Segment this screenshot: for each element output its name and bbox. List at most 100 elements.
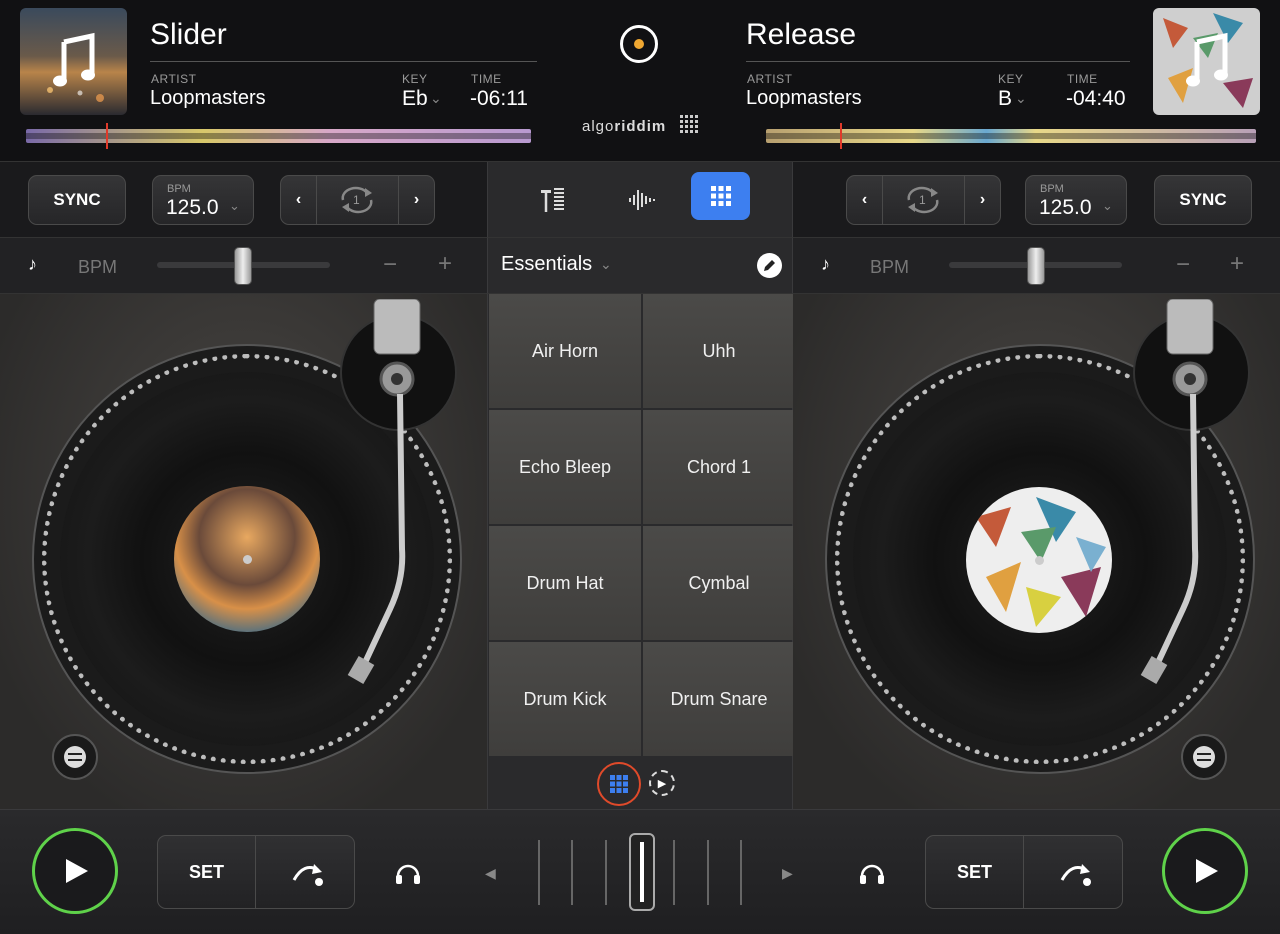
bpm-display-right[interactable]: BPM 125.0 ⌄ — [1025, 175, 1127, 225]
loop-count: 1 — [353, 193, 360, 207]
artist-right: Loopmasters — [746, 87, 862, 109]
sample-pad[interactable]: Drum Kick — [489, 642, 641, 756]
loop-icon[interactable]: 1 — [337, 186, 377, 214]
set-cue-button[interactable]: SET — [926, 836, 1024, 908]
sample-pad[interactable]: Echo Bleep — [489, 410, 641, 524]
track-title-left: Slider — [150, 18, 227, 51]
tonearm[interactable] — [1123, 299, 1263, 689]
chevron-down-icon: ⌄ — [430, 90, 442, 106]
sampler-grid: Air Horn Uhh Echo Bleep Chord 1 Drum Hat… — [487, 294, 795, 809]
pitch-row-right: ♪ BPM − + — [793, 238, 1280, 294]
loop-count: 1 — [919, 193, 926, 207]
pitch-slider-handle[interactable] — [1027, 247, 1045, 285]
waveform-tab-icon[interactable] — [624, 182, 660, 218]
set-cue-button[interactable]: SET — [158, 836, 256, 908]
sample-pad[interactable]: Air Horn — [489, 294, 641, 408]
sample-pad[interactable]: Drum Hat — [489, 526, 641, 640]
deck-controls-left: SYNC BPM 125.0 ⌄ ‹ 1 › — [0, 162, 487, 238]
sampler-tab-button[interactable] — [691, 172, 750, 220]
sample-pad[interactable]: Cymbal — [643, 526, 795, 640]
record-dot — [634, 39, 644, 49]
key-value-right[interactable]: B — [998, 87, 1012, 111]
loop-control-left: ‹ 1 › — [280, 175, 435, 225]
sequencer-play-icon[interactable]: ▶ — [649, 770, 675, 796]
crossfader[interactable] — [520, 830, 760, 920]
bpm-value-right: 125.0 — [1039, 196, 1092, 219]
jump-cue-icon[interactable] — [1056, 856, 1096, 893]
loop-prev-button[interactable]: ‹ — [281, 176, 317, 224]
crossfader-left-arrow[interactable]: ◀ — [485, 865, 496, 882]
loop-prev-button[interactable]: ‹ — [847, 176, 883, 224]
pitch-minus-button[interactable]: − — [1176, 251, 1190, 279]
loop-control-right: ‹ 1 › — [846, 175, 1001, 225]
album-art-right[interactable] — [1153, 8, 1260, 115]
top-bar: Slider ARTIST Loopmasters KEY Eb ⌄ TIME … — [0, 0, 1280, 162]
center-tabs — [487, 162, 793, 238]
crossfader-right-arrow[interactable]: ▶ — [782, 865, 793, 882]
chevron-down-icon: ⌄ — [229, 198, 240, 213]
sample-pad[interactable]: Drum Snare — [643, 642, 795, 756]
mixer-tab-icon[interactable] — [534, 182, 570, 218]
play-icon — [66, 859, 88, 883]
music-note-icon[interactable]: ♪ — [821, 254, 830, 275]
record-button[interactable] — [620, 25, 658, 63]
pitch-plus-button[interactable]: + — [438, 250, 452, 278]
key-label-right: KEY — [998, 72, 1024, 86]
settings-sliders-icon[interactable] — [52, 734, 98, 780]
edit-pencil-icon[interactable] — [757, 253, 782, 278]
artist-left: Loopmasters — [150, 87, 266, 109]
brand-prefix: algo — [582, 118, 615, 135]
sync-button-right[interactable]: SYNC — [1154, 175, 1252, 225]
play-button-right[interactable] — [1162, 828, 1248, 914]
pitch-label-right: BPM — [870, 257, 910, 277]
settings-sliders-icon[interactable] — [1181, 734, 1227, 780]
waveform-right[interactable] — [766, 123, 1256, 149]
play-button-left[interactable] — [32, 828, 118, 914]
key-label-left: KEY — [402, 72, 428, 86]
time-right: -04:40 — [1066, 87, 1126, 110]
sampler-bank-dropdown[interactable]: Essentials — [501, 253, 592, 276]
jump-cue-icon[interactable] — [288, 856, 328, 893]
music-note-icon[interactable]: ♪ — [28, 254, 37, 275]
loop-next-button[interactable]: › — [964, 176, 1000, 224]
pitch-slider-handle[interactable] — [234, 247, 252, 285]
album-art-left[interactable] — [20, 8, 127, 115]
brand-suffix: riddim — [614, 118, 667, 135]
pitch-plus-button[interactable]: + — [1230, 250, 1244, 278]
pad-grid-icon[interactable] — [597, 762, 641, 806]
playhead — [106, 123, 108, 149]
divider — [150, 61, 537, 62]
turntable-left — [0, 294, 487, 809]
turntable-right — [793, 294, 1280, 809]
sampler-header: Essentials ⌄ — [487, 238, 793, 294]
music-note-icon — [47, 32, 104, 102]
time-label-left: TIME — [471, 72, 502, 86]
bpm-label-left: BPM — [167, 183, 191, 195]
spindle — [243, 555, 252, 564]
sync-button-left[interactable]: SYNC — [28, 175, 126, 225]
cue-controls-left: SET — [157, 835, 355, 909]
bpm-display-left[interactable]: BPM 125.0 ⌄ — [152, 175, 254, 225]
cue-controls-right: SET — [925, 835, 1123, 909]
headphones-icon[interactable] — [858, 860, 886, 891]
key-value-left[interactable]: Eb — [402, 87, 428, 111]
waveform-left[interactable] — [26, 123, 531, 149]
sample-pad[interactable]: Uhh — [643, 294, 795, 408]
sample-pad[interactable]: Chord 1 — [643, 410, 795, 524]
loop-icon[interactable]: 1 — [903, 186, 943, 214]
chevron-down-icon: ⌄ — [1015, 90, 1027, 106]
pitch-row-left: ♪ BPM − + — [0, 238, 487, 294]
track-title-right: Release — [746, 18, 857, 51]
pitch-minus-button[interactable]: − — [383, 251, 397, 279]
artist-label-left: ARTIST — [151, 72, 197, 86]
tonearm[interactable] — [330, 299, 470, 689]
time-label-right: TIME — [1067, 72, 1098, 86]
artist-label-right: ARTIST — [747, 72, 793, 86]
divider — [746, 61, 1130, 62]
bpm-value-left: 125.0 — [166, 196, 219, 219]
chevron-down-icon: ⌄ — [1102, 198, 1113, 213]
pitch-label-left: BPM — [78, 257, 118, 277]
headphones-icon[interactable] — [394, 860, 422, 891]
play-icon — [1196, 859, 1218, 883]
loop-next-button[interactable]: › — [398, 176, 434, 224]
